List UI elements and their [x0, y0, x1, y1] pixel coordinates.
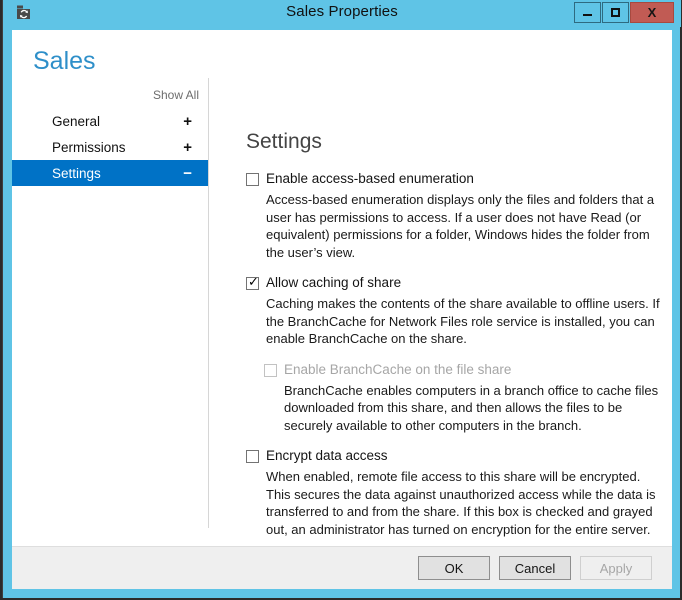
checkbox-row-encrypt-data-access[interactable]: Encrypt data access — [246, 448, 666, 463]
sidebar-item-label: General — [52, 114, 100, 129]
close-icon: X — [648, 6, 657, 19]
option-description: Caching makes the contents of the share … — [266, 295, 666, 348]
settings-pane: Settings Enable access-based enumeration… — [246, 130, 666, 552]
sidebar-item-permissions[interactable]: Permissions + — [12, 134, 208, 160]
checkbox-label: Enable BranchCache on the file share — [284, 362, 511, 377]
ok-button[interactable]: OK — [418, 556, 490, 580]
collapse-minus-icon: − — [183, 166, 192, 181]
maximize-icon — [611, 8, 620, 17]
sidebar-item-settings[interactable]: Settings − — [12, 160, 208, 186]
settings-heading: Settings — [246, 130, 666, 154]
checkbox-encrypt-data-access[interactable] — [246, 450, 259, 463]
option-description: BranchCache enables computers in a branc… — [284, 382, 666, 435]
nav-list: General + Permissions + Settings − — [12, 108, 208, 186]
option-access-based-enumeration: Enable access-based enumeration Access-b… — [246, 171, 666, 261]
properties-window: Sales Properties X Sales Show All Genera… — [2, 0, 680, 598]
expand-plus-icon: + — [183, 114, 192, 129]
checkbox-access-based-enumeration[interactable] — [246, 173, 259, 186]
sidebar-item-general[interactable]: General + — [12, 108, 208, 134]
nav-divider — [208, 78, 209, 528]
option-encrypt-data-access: Encrypt data access When enabled, remote… — [246, 448, 666, 538]
page-title: Sales — [33, 47, 96, 76]
sidebar-item-label: Settings — [52, 166, 101, 181]
checkbox-allow-caching[interactable]: ✓ — [246, 277, 259, 290]
title-bar: Sales Properties X — [3, 0, 681, 27]
show-all-link[interactable]: Show All — [153, 88, 199, 102]
dialog-client-area: Sales Show All General + Permissions + S… — [12, 30, 672, 589]
checkbox-row-allow-caching[interactable]: ✓ Allow caching of share — [246, 275, 666, 290]
maximize-button[interactable] — [602, 2, 629, 23]
close-button[interactable]: X — [630, 2, 674, 23]
checkbox-row-enable-branchcache: Enable BranchCache on the file share — [264, 362, 666, 377]
minimize-button[interactable] — [574, 2, 601, 23]
sidebar-item-label: Permissions — [52, 140, 126, 155]
checkbox-row-access-based-enumeration[interactable]: Enable access-based enumeration — [246, 171, 666, 186]
minimize-icon — [583, 14, 592, 16]
expand-plus-icon: + — [183, 140, 192, 155]
checkbox-label: Allow caching of share — [266, 275, 401, 290]
dialog-footer: OK Cancel Apply — [12, 547, 672, 589]
option-description: When enabled, remote file access to this… — [266, 468, 666, 538]
option-description: Access-based enumeration displays only t… — [266, 191, 666, 261]
checkmark-icon: ✓ — [248, 275, 259, 288]
apply-button: Apply — [580, 556, 652, 580]
checkbox-label: Encrypt data access — [266, 448, 388, 463]
option-enable-branchcache: Enable BranchCache on the file share Bra… — [264, 362, 666, 435]
checkbox-enable-branchcache — [264, 364, 277, 377]
checkbox-label: Enable access-based enumeration — [266, 171, 474, 186]
option-allow-caching: ✓ Allow caching of share Caching makes t… — [246, 275, 666, 348]
cancel-button[interactable]: Cancel — [499, 556, 571, 580]
